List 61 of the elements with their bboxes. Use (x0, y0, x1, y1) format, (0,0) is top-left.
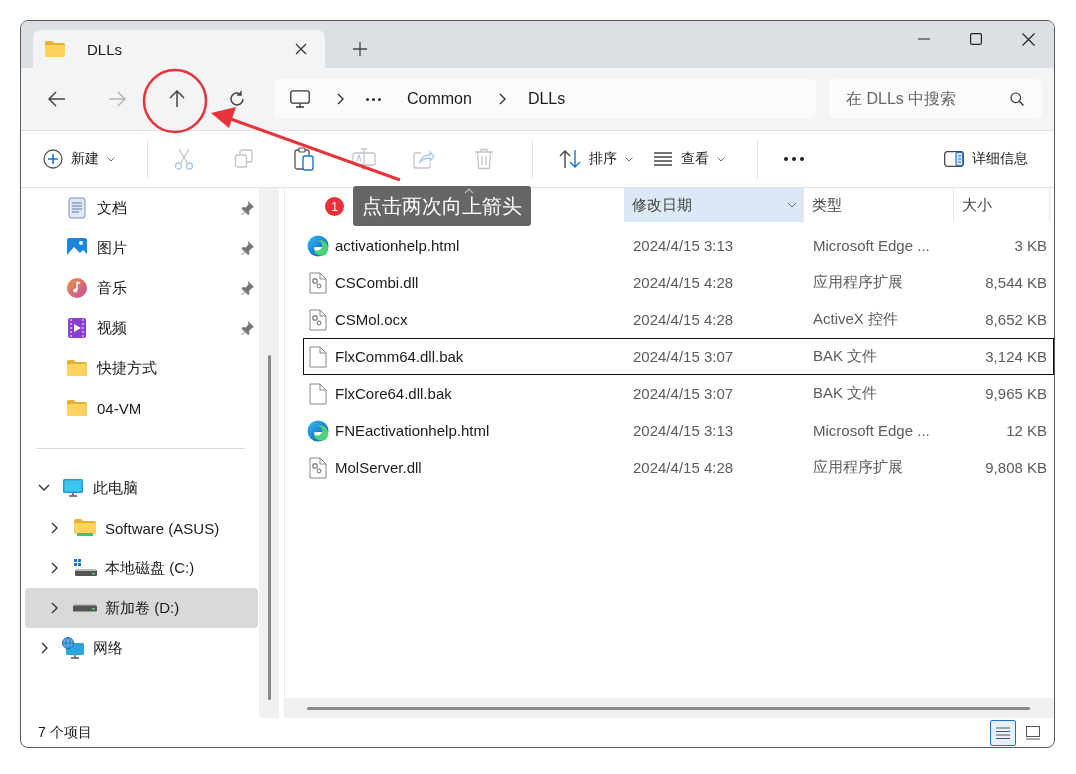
tree-item[interactable]: 此电脑 (25, 468, 258, 508)
sidebar-item[interactable]: 音乐 (25, 268, 258, 308)
file-row[interactable]: CSCombi.dll 2024/4/15 4:28 应用程序扩展 8,544 KB (303, 264, 1054, 301)
file-name: MolServer.dll (335, 459, 422, 476)
tab-title: DLLs (87, 40, 124, 58)
sidebar-item[interactable]: 快捷方式 (25, 348, 258, 388)
file-name: FNEactivationhelp.html (335, 422, 490, 439)
column-header[interactable]: 大小 (954, 188, 1050, 222)
size-cell-text: 12 KB (1005, 422, 1048, 439)
tree-item[interactable]: Software (ASUS) (25, 508, 258, 548)
annotation-label: 点击两次向上箭头 (353, 186, 531, 226)
file-name: activationhelp.html (335, 237, 460, 254)
address-bar[interactable]: Common DLLs (274, 79, 816, 119)
file-row[interactable]: activationhelp.html 2024/4/15 3:13 Microsoft Edge ... 3 KB (303, 227, 1054, 264)
breadcrumb[interactable]: Common (407, 86, 472, 112)
details-button[interactable]: 详细信息 (934, 139, 1038, 179)
type-cell-text: BAK 文件 (812, 347, 879, 366)
sort-button[interactable]: 排序 (549, 139, 643, 179)
type-cell-text: Microsoft Edge ... (812, 237, 931, 254)
item-count: 7 个项目 (38, 723, 92, 742)
view-button[interactable]: 查看 (643, 139, 735, 179)
file-name: CSMol.ocx (335, 311, 408, 328)
size-cell-text: 3,124 KB (984, 348, 1048, 365)
sidebar-item[interactable]: 视频 (25, 308, 258, 348)
date-cell-text: 2024/4/15 3:13 (632, 237, 735, 254)
date-cell-text: 2024/4/15 4:28 (632, 459, 735, 476)
date-cell-text: 2024/4/15 4:28 (632, 311, 735, 328)
type-cell-text: 应用程序扩展 (812, 458, 904, 477)
type-cell-text: ActiveX 控件 (812, 310, 900, 329)
file-name: CSCombi.dll (335, 274, 419, 291)
date-cell-text: 2024/4/15 3:07 (632, 385, 735, 402)
sidebar-item[interactable]: 图片 (25, 228, 258, 268)
tree-item[interactable]: 网络 (25, 628, 258, 668)
file-row[interactable]: FlxCore64.dll.bak 2024/4/15 3:07 BAK 文件 9,965 KB (303, 375, 1054, 412)
size-cell-text: 8,544 KB (984, 274, 1048, 291)
search-field[interactable]: 在 DLLs 中搜索 (829, 79, 1042, 119)
tab[interactable]: DLLs (33, 30, 325, 68)
new-button[interactable]: 新建 (33, 139, 125, 179)
date-cell-text: 2024/4/15 3:07 (632, 348, 735, 365)
file-name: FlxComm64.dll.bak (335, 348, 464, 365)
tree-item[interactable]: 本地磁盘 (C:) (25, 548, 258, 588)
size-cell-text: 9,808 KB (984, 459, 1048, 476)
size-cell-text: 8,652 KB (984, 311, 1048, 328)
date-cell-text: 2024/4/15 3:13 (632, 422, 735, 439)
type-cell-text: Microsoft Edge ... (812, 422, 931, 439)
file-row[interactable]: MolServer.dll 2024/4/15 4:28 应用程序扩展 9,808 KB (303, 449, 1054, 486)
type-cell-text: BAK 文件 (812, 384, 879, 403)
tree-item[interactable]: 新加卷 (D:) (25, 588, 258, 628)
file-row[interactable]: CSMol.ocx 2024/4/15 4:28 ActiveX 控件 8,652 KB (303, 301, 1054, 338)
column-header[interactable]: 类型 (804, 188, 954, 222)
file-name: FlxCore64.dll.bak (335, 385, 452, 402)
file-row[interactable]: FNEactivationhelp.html 2024/4/15 3:13 Microsoft Edge ... 12 KB (303, 412, 1054, 449)
type-cell-text: 应用程序扩展 (812, 273, 904, 292)
date-cell-text: 2024/4/15 4:28 (632, 274, 735, 291)
size-cell-text: 9,965 KB (984, 385, 1048, 402)
size-cell-text: 3 KB (1013, 237, 1048, 254)
sidebar-item[interactable]: 文档 (25, 188, 258, 228)
column-header[interactable]: 修改日期 (624, 188, 804, 222)
breadcrumb[interactable]: DLLs (527, 86, 566, 112)
sidebar-item[interactable]: 04-VM (25, 388, 258, 428)
file-row[interactable]: FlxComm64.dll.bak 2024/4/15 3:07 BAK 文件 3,124 KB (303, 338, 1054, 375)
